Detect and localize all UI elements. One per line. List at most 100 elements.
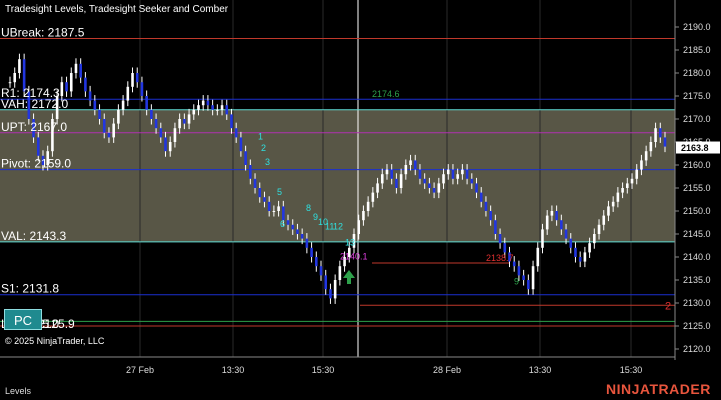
candle-body [291, 224, 295, 230]
candle-body [154, 119, 158, 129]
candle-body [489, 211, 492, 221]
candle-body [574, 247, 577, 257]
pc-button[interactable]: PC [4, 309, 42, 330]
candle-body [249, 165, 252, 179]
candle-body [98, 109, 101, 119]
candle-body [451, 169, 455, 179]
seeker-count-label: 1 [258, 132, 263, 142]
price-tick-label: 2175.0 [683, 91, 711, 101]
candle-body [663, 137, 667, 147]
seeker-count-label: 2 [261, 143, 266, 153]
price-tick-label: 2145.0 [683, 229, 711, 239]
candle-body [536, 247, 540, 267]
candle-body [404, 165, 408, 175]
candle-body [465, 169, 469, 179]
candle-body [8, 82, 12, 84]
price-tick-label: 2180.0 [683, 68, 711, 78]
seeker-count-label: 6 [280, 219, 285, 229]
candle-body [569, 238, 573, 248]
time-tick-label: 13:30 [529, 365, 552, 375]
level-label: S1: 2131.8 [1, 282, 59, 296]
candle-body [602, 215, 606, 225]
candle-body [366, 201, 370, 211]
candle-body [654, 128, 657, 142]
candle-body [173, 128, 177, 142]
tab-levels[interactable]: Levels [5, 386, 31, 396]
candle-body [333, 280, 337, 299]
candle-body [399, 174, 403, 188]
candle-body [376, 183, 379, 193]
candle-body [498, 234, 502, 244]
candle-body [234, 128, 238, 138]
time-tick-label: 15:30 [620, 365, 643, 375]
candle-body [413, 160, 417, 170]
candle-body [531, 266, 535, 290]
candle-body [239, 137, 243, 152]
candle-body [277, 206, 280, 211]
candle-body [253, 178, 257, 188]
level-label: UBreak: 2187.5 [1, 26, 85, 40]
candle-body [550, 211, 554, 216]
price-tick-label: 2140.0 [683, 252, 711, 262]
candle-body [626, 183, 629, 188]
candle-body [446, 169, 450, 175]
candle-body [88, 91, 92, 101]
seeker-count-label: 12 [333, 221, 343, 231]
time-tick-label: 13:30 [222, 365, 245, 375]
candle-body [423, 178, 426, 184]
candle-body [527, 280, 530, 290]
ninjatrader-logo: NINJATRADER [606, 381, 711, 397]
candle-body [658, 128, 662, 138]
overlapped-level-label: 2125.9 [38, 317, 75, 331]
candle-body [418, 169, 422, 179]
candle-body [621, 188, 624, 193]
candle-body [362, 211, 365, 221]
candle-body [385, 169, 389, 175]
price-tick-label: 2135.0 [683, 275, 711, 285]
candle-body [503, 243, 507, 253]
price-tick-label: 2150.0 [683, 206, 711, 216]
candle-body [112, 123, 115, 138]
candle-body [635, 169, 639, 179]
candle-body [560, 220, 563, 230]
candle-body [432, 188, 436, 193]
seeker-count-label: 13 [345, 238, 355, 248]
price-tick-label: 2130.0 [683, 298, 711, 308]
price-tick-label: 2155.0 [683, 183, 711, 193]
time-tick-label: 28 Feb [433, 365, 461, 375]
level-label: VAH: 2172.0 [1, 97, 68, 111]
candle-body [220, 105, 224, 110]
candle-body [36, 137, 40, 156]
seeker-count-label: 5 [277, 187, 282, 197]
seeker-top-label: 2174.6 [372, 89, 400, 99]
level-label: UPT: 2167.0 [1, 120, 67, 134]
seeker-count-label: 3 [265, 157, 270, 167]
candle-body [564, 229, 568, 239]
price-tick-label: 2120.0 [683, 344, 711, 354]
candle-body [69, 73, 73, 92]
candle-body [522, 275, 525, 280]
candle-body [140, 82, 144, 96]
candle-body [183, 119, 186, 124]
candle-body [13, 73, 17, 83]
candle-body [357, 220, 361, 234]
price-tick-label: 2125.0 [683, 321, 711, 331]
right-marker-label: 2 [665, 300, 671, 312]
candle-body [616, 192, 620, 202]
candle-body [461, 169, 464, 175]
price-chart[interactable]: 2120.0 2125.0 2130.0 2135.0 2140.0 2145.0 2150… [0, 0, 721, 400]
candle-body [74, 63, 78, 73]
candle-body [267, 201, 271, 211]
candle-body [593, 234, 596, 244]
candle-body [517, 266, 521, 276]
candle-body [187, 114, 191, 124]
candle-body [371, 192, 375, 202]
price-tick-label: 2185.0 [683, 45, 711, 55]
candle-body [588, 243, 591, 253]
candle-body [84, 77, 87, 92]
candle-body [475, 183, 478, 193]
seeker-count-label: 8 [306, 203, 311, 213]
candle-body [597, 224, 601, 234]
candle-body [319, 266, 323, 276]
candle-body [442, 174, 445, 184]
